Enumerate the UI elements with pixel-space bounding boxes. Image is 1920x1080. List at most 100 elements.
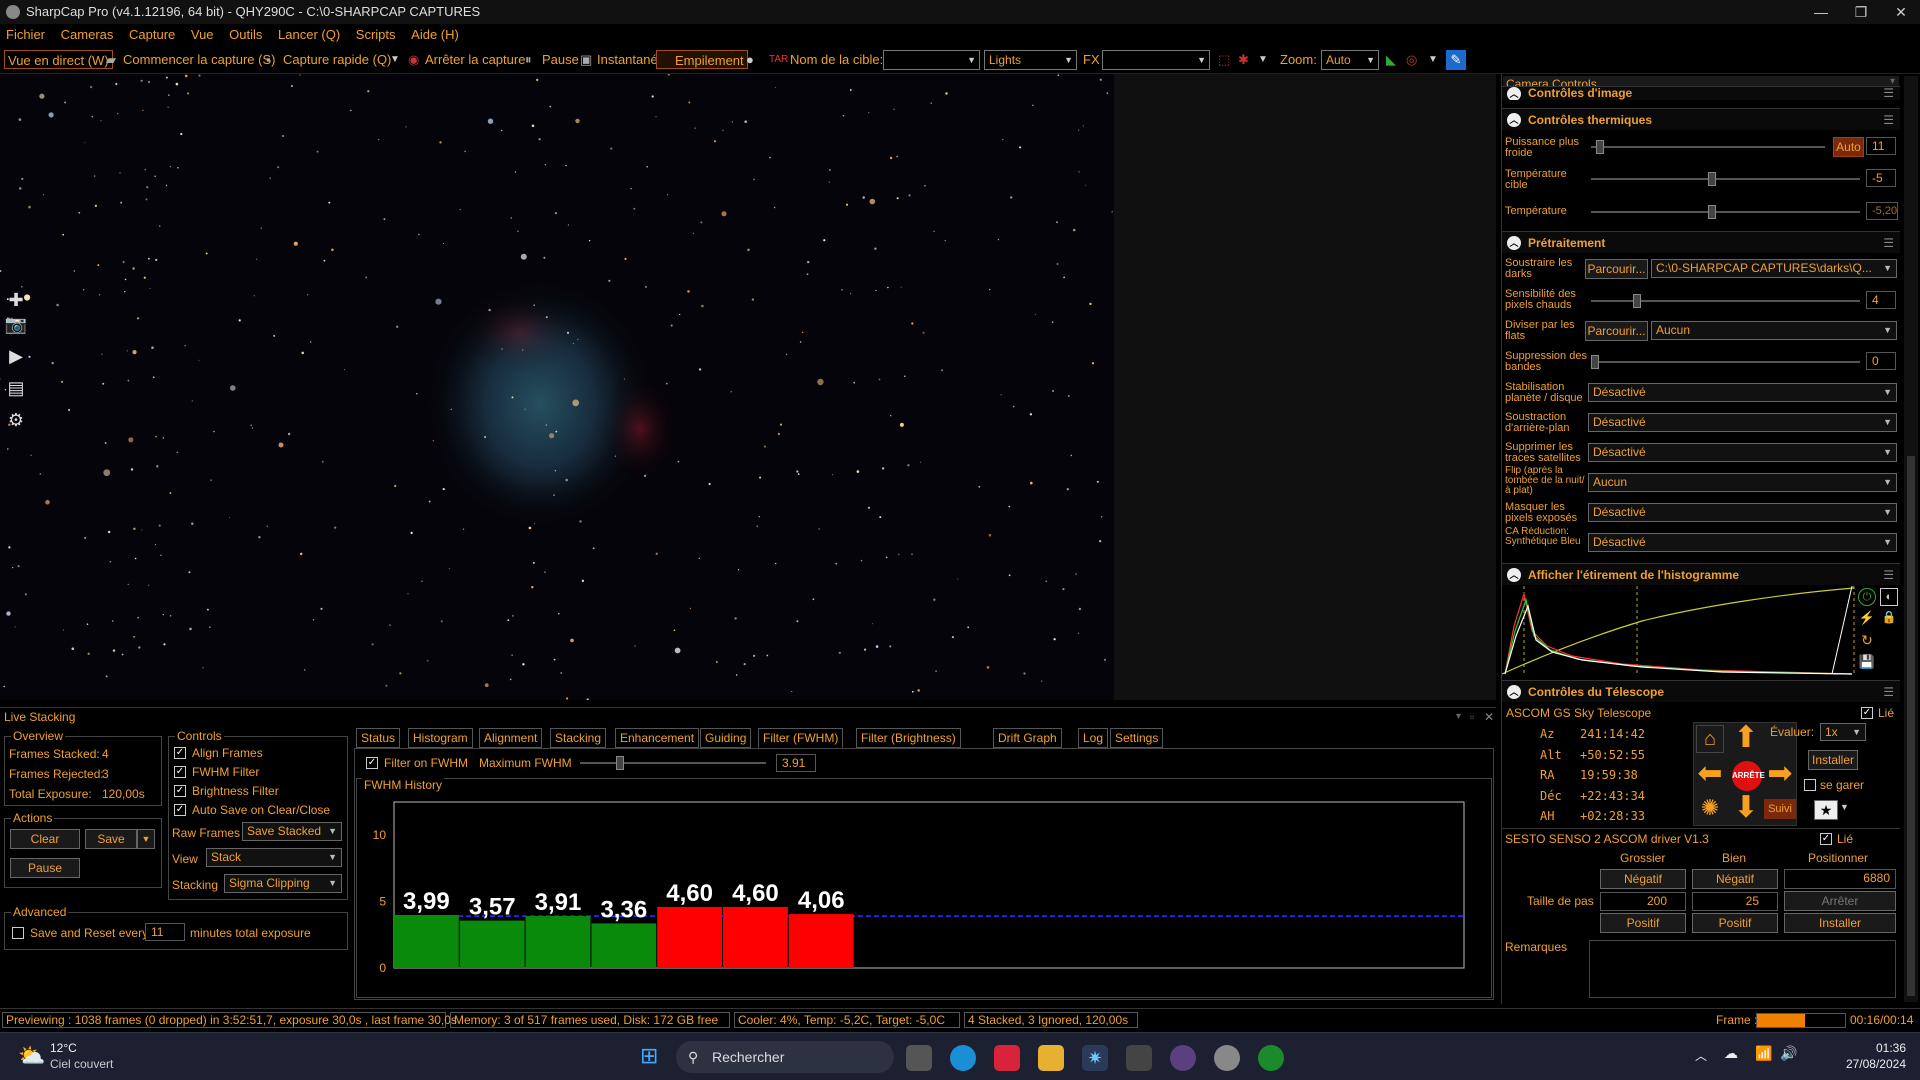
save-icon[interactable]: 💾: [1858, 654, 1876, 672]
quick-capture-button[interactable]: Capture rapide (Q): [283, 50, 391, 70]
hot-pixel-slider[interactable]: [1591, 294, 1860, 308]
image-viewport[interactable]: [0, 74, 1114, 700]
star-icon[interactable]: ★: [1814, 800, 1838, 820]
telescope-linked-checkbox[interactable]: ✓: [1861, 707, 1873, 719]
sharpcap-icon[interactable]: [1214, 1045, 1240, 1071]
contrast-icon[interactable]: ◐: [1880, 588, 1898, 606]
minutes-input[interactable]: 11: [145, 923, 185, 941]
clock-time[interactable]: 01:36: [1866, 1041, 1906, 1055]
circle-icon[interactable]: ●: [746, 50, 754, 70]
planet-app-icon[interactable]: [1170, 1045, 1196, 1071]
tab-guiding[interactable]: Guiding: [700, 728, 752, 748]
target-temp-slider[interactable]: [1591, 172, 1860, 186]
tab-histogram[interactable]: Histogram: [408, 728, 473, 748]
tab-drift-graph[interactable]: Drift Graph: [993, 728, 1062, 748]
darks-browse-button[interactable]: Parcourir...: [1585, 259, 1648, 279]
tab-alignment[interactable]: Alignment: [479, 728, 543, 748]
close-button[interactable]: ✕: [1878, 0, 1920, 24]
tool-icon[interactable]: ✎: [1446, 50, 1466, 70]
goto-icon[interactable]: ⌂: [1696, 725, 1724, 753]
stacking-select[interactable]: Sigma Clipping ▼: [224, 874, 342, 893]
lock-icon[interactable]: 🔒: [1880, 610, 1898, 628]
gear-icon[interactable]: ⚙: [4, 410, 28, 434]
zoom-select[interactable]: Auto ▼: [1321, 50, 1379, 70]
planet-stabilization-select[interactable]: Désactivé ▼: [1588, 383, 1897, 402]
target-temp-value[interactable]: -5: [1866, 169, 1896, 187]
panel-scrollbar[interactable]: [1904, 76, 1918, 1002]
pause-button[interactable]: Pause: [542, 50, 579, 70]
crosshair-icon[interactable]: ✱: [1238, 50, 1249, 70]
satellite-trails-select[interactable]: Désactivé ▼: [1588, 443, 1897, 462]
crop-icon[interactable]: ⬚: [1218, 50, 1230, 70]
wifi-icon[interactable]: 📶: [1755, 1045, 1772, 1062]
menu-cameras[interactable]: Cameras: [61, 27, 114, 42]
fine-positive-button[interactable]: Positif: [1692, 913, 1778, 933]
tracking-button[interactable]: Suivi: [1764, 799, 1796, 819]
fwhm-filter-checkbox[interactable]: ✓: [174, 766, 186, 778]
start-capture-button[interactable]: Commencer la capture (S): [123, 50, 275, 70]
slider-knob[interactable]: [615, 756, 624, 770]
filter-on-fwhm-checkbox[interactable]: ✓: [366, 757, 378, 769]
stop-button[interactable]: ARRÊTE: [1732, 761, 1765, 791]
south-arrow-button[interactable]: ⬇: [1730, 793, 1762, 825]
tab-filter-fwhm[interactable]: Filter (FWHM): [758, 728, 844, 748]
network-icon[interactable]: ☁: [1724, 1045, 1738, 1062]
flats-select[interactable]: Aucun ▼: [1651, 321, 1897, 340]
star-app-icon[interactable]: ✷: [1082, 1045, 1108, 1071]
tab-log[interactable]: Log: [1078, 728, 1109, 748]
tab-settings[interactable]: Settings: [1110, 728, 1164, 748]
preprocessing-header[interactable]: ︿ Prétraitement ☰: [1502, 231, 1900, 253]
banding-value[interactable]: 0: [1866, 352, 1896, 370]
image-controls-header[interactable]: ︿ Contrôles d'image ☰: [1502, 86, 1900, 100]
hamburger-icon[interactable]: ☰: [1883, 87, 1894, 99]
west-arrow-button[interactable]: ⬅: [1694, 759, 1726, 791]
dropdown-icon[interactable]: ▾: [1456, 708, 1461, 726]
fx-select[interactable]: ▼: [1102, 50, 1210, 70]
search-box[interactable]: ⚲ Rechercher: [676, 1041, 894, 1073]
hot-pixel-value[interactable]: 4: [1866, 291, 1896, 309]
volume-icon[interactable]: 🔊: [1780, 1045, 1797, 1062]
menu-outils[interactable]: Outils: [229, 27, 262, 42]
fine-step-input[interactable]: 25: [1692, 892, 1778, 911]
chevron-down-icon[interactable]: ▼: [1258, 50, 1268, 70]
histogram-chart[interactable]: [1502, 586, 1856, 676]
cooler-auto-button[interactable]: Auto: [1833, 137, 1864, 157]
fine-negative-button[interactable]: Négatif: [1692, 869, 1778, 889]
hamburger-icon[interactable]: ☰: [1883, 109, 1894, 131]
focuser-install-button[interactable]: Installer: [1784, 913, 1896, 933]
save-reset-checkbox[interactable]: [12, 927, 24, 939]
histogram-header[interactable]: ︿ Afficher l'étirement de l'histogramme ☰: [1502, 563, 1900, 585]
thermal-controls-header[interactable]: ︿ Contrôles thermiques ☰: [1502, 108, 1900, 130]
camera-icon[interactable]: 📷: [4, 314, 28, 338]
brightness-filter-checkbox[interactable]: ✓: [174, 785, 186, 797]
flip-select[interactable]: Aucun ▼: [1588, 473, 1897, 492]
focus-icon[interactable]: ◎: [1406, 50, 1417, 70]
windows-start-icon[interactable]: ⊞: [640, 1045, 662, 1067]
flats-browse-button[interactable]: Parcourir...: [1585, 321, 1648, 341]
background-subtraction-select[interactable]: Désactivé ▼: [1588, 413, 1897, 432]
reset-icon[interactable]: ↻: [1858, 632, 1876, 650]
tab-filter-brightness[interactable]: Filter (Brightness): [856, 728, 961, 748]
gallery-icon[interactable]: ▤: [4, 378, 28, 402]
mask-pixels-select[interactable]: Désactivé ▼: [1588, 503, 1897, 522]
folder-icon[interactable]: [1038, 1045, 1064, 1071]
telescope-install-button[interactable]: Installer: [1808, 750, 1858, 770]
darks-select[interactable]: C:\0-SHARPCAP CAPTURES\darks\Q... ▼: [1651, 259, 1897, 278]
remarks-textarea[interactable]: [1589, 940, 1896, 998]
task-view-icon[interactable]: [906, 1045, 932, 1071]
max-fwhm-slider[interactable]: [580, 756, 766, 770]
center-icon[interactable]: ✺: [1696, 795, 1724, 823]
menu-vue[interactable]: Vue: [191, 27, 214, 42]
edge-icon[interactable]: [950, 1045, 976, 1071]
app-icon[interactable]: [1126, 1045, 1152, 1071]
focuser-linked-checkbox[interactable]: ✓: [1820, 833, 1832, 845]
save-button[interactable]: Save: [85, 829, 137, 849]
cooler-power-value[interactable]: 11: [1866, 137, 1896, 155]
banding-slider[interactable]: [1591, 355, 1860, 369]
park-checkbox[interactable]: [1804, 779, 1816, 791]
weather-temp[interactable]: 12°C: [50, 1041, 77, 1055]
pin-icon[interactable]: ▫: [1470, 708, 1474, 726]
lightning-icon[interactable]: ⚡: [1858, 610, 1876, 628]
chevron-up-icon[interactable]: ︿: [1695, 1047, 1707, 1064]
north-arrow-button[interactable]: ⬆: [1730, 723, 1762, 755]
